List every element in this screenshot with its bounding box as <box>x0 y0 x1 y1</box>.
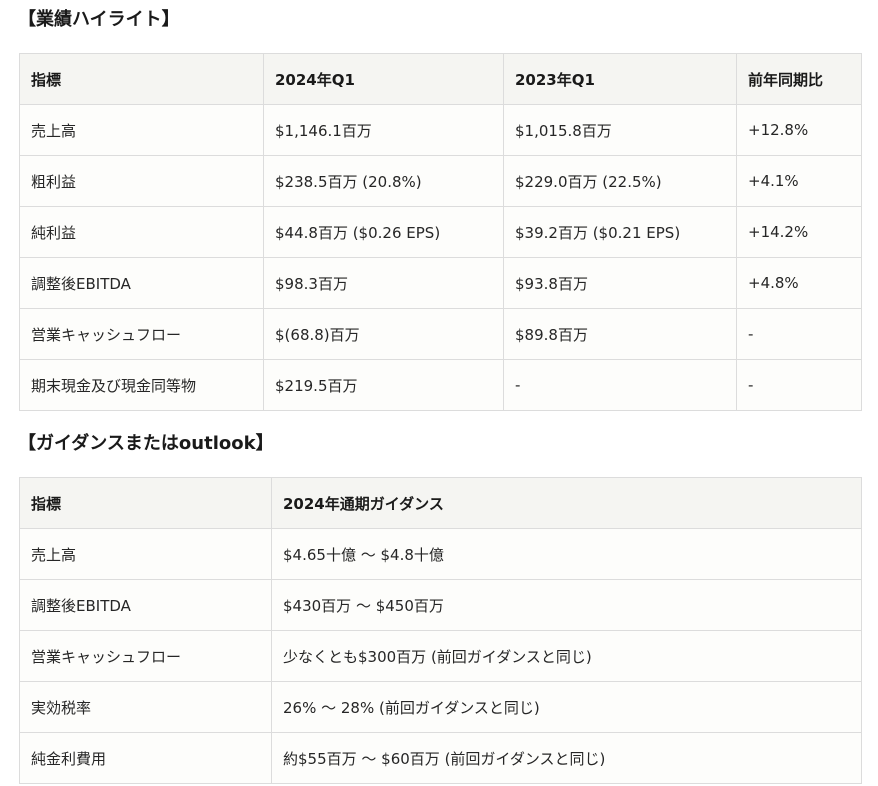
table-row: 純金利費用 約$55百万 ～ $60百万 (前回ガイダンスと同じ) <box>19 732 862 784</box>
table-row: 売上高 $4.65十億 ～ $4.8十億 <box>19 528 862 580</box>
table-cell: - <box>736 308 862 360</box>
table-cell: - <box>503 359 737 411</box>
table-row: 粗利益 $238.5百万 (20.8%) $229.0百万 (22.5%) +4… <box>19 155 862 207</box>
table-cell: 売上高 <box>19 528 272 580</box>
table-cell: $219.5百万 <box>263 359 504 411</box>
table-row: 調整後EBITDA $98.3百万 $93.8百万 +4.8% <box>19 257 862 309</box>
table-cell: $39.2百万 ($0.21 EPS) <box>503 206 737 258</box>
table-cell: $44.8百万 ($0.26 EPS) <box>263 206 504 258</box>
table-cell: $93.8百万 <box>503 257 737 309</box>
table-cell: $(68.8)百万 <box>263 308 504 360</box>
table-cell: 調整後EBITDA <box>19 257 264 309</box>
table-cell: $98.3百万 <box>263 257 504 309</box>
table-cell: 実効税率 <box>19 681 272 733</box>
table-cell: 調整後EBITDA <box>19 579 272 631</box>
column-header: 前年同期比 <box>736 53 862 105</box>
table-cell: +14.2% <box>736 206 862 258</box>
table-row: 期末現金及び現金同等物 $219.5百万 - - <box>19 359 862 411</box>
column-header: 指標 <box>19 53 264 105</box>
highlights-title: 【業績ハイライト】 <box>18 9 180 30</box>
table-cell: +4.1% <box>736 155 862 207</box>
table-cell: 約$55百万 ～ $60百万 (前回ガイダンスと同じ) <box>271 732 862 784</box>
table-cell: 粗利益 <box>19 155 264 207</box>
table-cell: 純利益 <box>19 206 264 258</box>
highlights-table: 指標 2024年Q1 2023年Q1 前年同期比 売上高 $1,146.1百万 … <box>19 53 862 411</box>
table-row: 売上高 $1,146.1百万 $1,015.8百万 +12.8% <box>19 104 862 156</box>
table-cell: - <box>736 359 862 411</box>
table-cell: $430百万 ～ $450百万 <box>271 579 862 631</box>
table-row: 調整後EBITDA $430百万 ～ $450百万 <box>19 579 862 631</box>
column-header: 指標 <box>19 477 272 529</box>
table-row: 純利益 $44.8百万 ($0.26 EPS) $39.2百万 ($0.21 E… <box>19 206 862 258</box>
table-cell: $229.0百万 (22.5%) <box>503 155 737 207</box>
guidance-table: 指標 2024年通期ガイダンス 売上高 $4.65十億 ～ $4.8十億 調整後… <box>19 477 862 784</box>
table-cell: $1,015.8百万 <box>503 104 737 156</box>
table-cell: 純金利費用 <box>19 732 272 784</box>
table-cell: $4.65十億 ～ $4.8十億 <box>271 528 862 580</box>
table-cell: 26% ～ 28% (前回ガイダンスと同じ) <box>271 681 862 733</box>
table-cell: 期末現金及び現金同等物 <box>19 359 264 411</box>
table-cell: +4.8% <box>736 257 862 309</box>
column-header: 2024年通期ガイダンス <box>271 477 862 529</box>
table-cell: 少なくとも$300百万 (前回ガイダンスと同じ) <box>271 630 862 682</box>
table-cell: 営業キャッシュフロー <box>19 630 272 682</box>
table-cell: +12.8% <box>736 104 862 156</box>
table-row: 実効税率 26% ～ 28% (前回ガイダンスと同じ) <box>19 681 862 733</box>
table-header-row: 指標 2024年Q1 2023年Q1 前年同期比 <box>19 53 862 105</box>
table-cell: 営業キャッシュフロー <box>19 308 264 360</box>
column-header: 2024年Q1 <box>263 53 504 105</box>
table-cell: 売上高 <box>19 104 264 156</box>
table-row: 営業キャッシュフロー 少なくとも$300百万 (前回ガイダンスと同じ) <box>19 630 862 682</box>
table-cell: $89.8百万 <box>503 308 737 360</box>
table-cell: $238.5百万 (20.8%) <box>263 155 504 207</box>
table-row: 営業キャッシュフロー $(68.8)百万 $89.8百万 - <box>19 308 862 360</box>
table-cell: $1,146.1百万 <box>263 104 504 156</box>
column-header: 2023年Q1 <box>503 53 737 105</box>
guidance-title: 【ガイダンスまたはoutlook】 <box>18 433 274 454</box>
table-header-row: 指標 2024年通期ガイダンス <box>19 477 862 529</box>
